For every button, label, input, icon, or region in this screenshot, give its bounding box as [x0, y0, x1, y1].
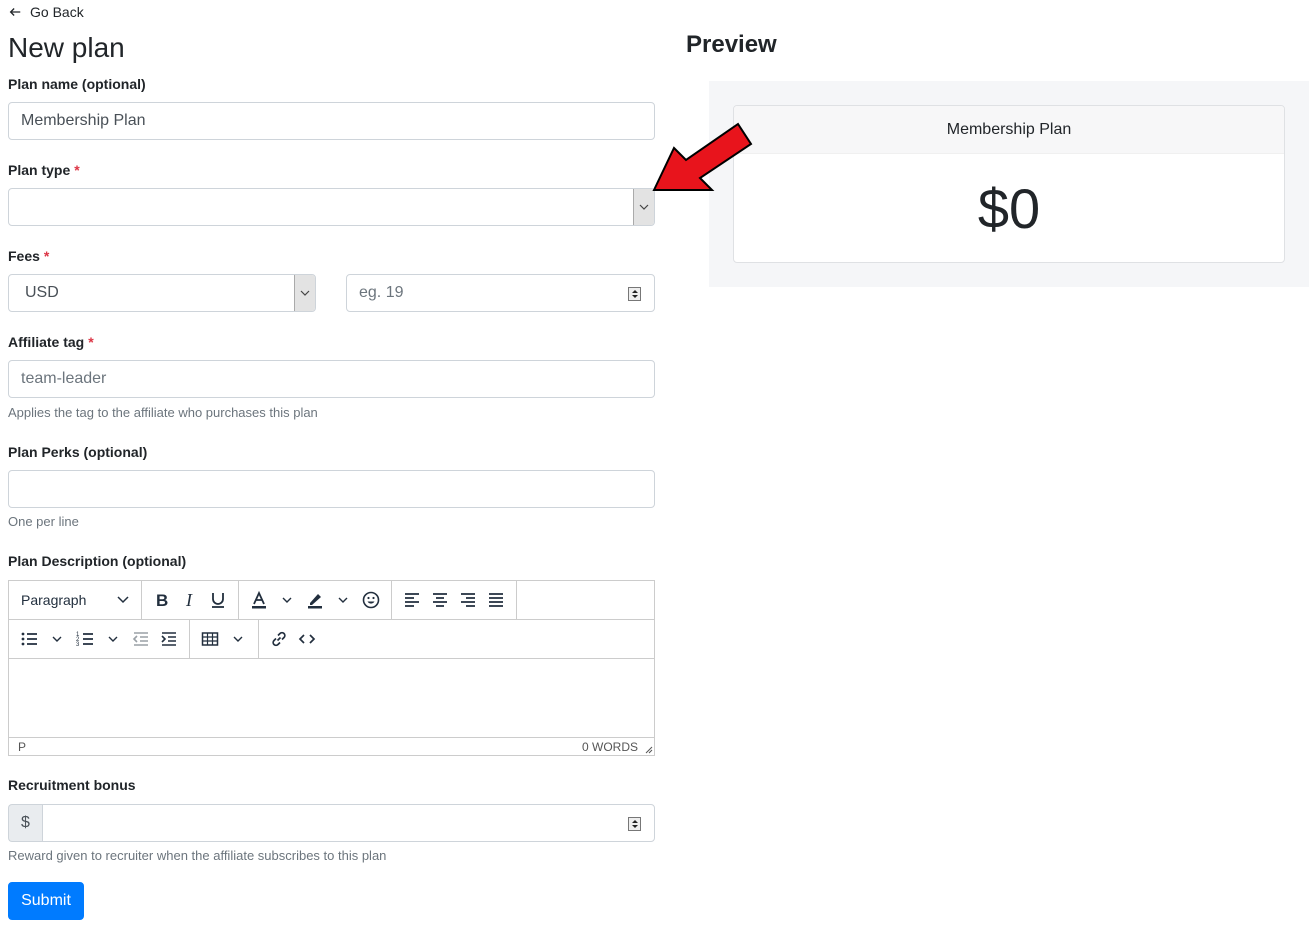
plan-name-label: Plan name (optional) [8, 76, 146, 92]
italic-icon[interactable]: I [176, 586, 204, 614]
bullet-list-icon[interactable] [15, 625, 43, 653]
text-style-group: B I [142, 580, 239, 620]
link-icon[interactable] [265, 625, 293, 653]
affiliate-tag-input[interactable]: team-leader [8, 360, 655, 398]
number-spinner[interactable] [628, 817, 641, 831]
fee-amount-placeholder: eg. 19 [359, 284, 404, 301]
text-color-icon[interactable] [245, 586, 273, 614]
rich-text-editor: Paragraph B I 123 P 0 WORDS [8, 580, 655, 756]
annotation-arrow-icon [652, 122, 753, 191]
align-justify-icon[interactable] [482, 586, 510, 614]
numbered-list-icon[interactable]: 123 [71, 625, 99, 653]
svg-text:B: B [156, 591, 168, 610]
chevron-down-icon [117, 596, 129, 604]
plan-type-select[interactable] [8, 188, 655, 226]
block-format-select[interactable]: Paragraph [15, 586, 135, 614]
color-group [239, 580, 392, 620]
plan-description-label: Plan Description (optional) [8, 553, 187, 569]
recruitment-bonus-label: Recruitment bonus [8, 777, 136, 793]
element-path[interactable]: P [18, 740, 26, 754]
align-center-icon[interactable] [426, 586, 454, 614]
preview-price: $0 [977, 176, 1041, 240]
recruitment-bonus-help: Reward given to recruiter when the affil… [8, 848, 387, 863]
underline-icon[interactable] [204, 586, 232, 614]
align-right-icon[interactable] [454, 586, 482, 614]
currency-value: USD [25, 284, 59, 301]
svg-text:3: 3 [76, 642, 80, 648]
currency-select[interactable]: USD [8, 274, 316, 312]
affiliate-tag-placeholder: team-leader [21, 370, 107, 387]
block-format-group: Paragraph [9, 580, 142, 620]
fee-amount-input[interactable]: eg. 19 [346, 274, 655, 312]
align-left-icon[interactable] [398, 586, 426, 614]
chevron-down-icon[interactable] [224, 625, 252, 653]
bold-icon[interactable]: B [148, 586, 176, 614]
editor-statusbar: P 0 WORDS [9, 737, 654, 755]
chevron-down-icon[interactable] [99, 625, 127, 653]
code-icon[interactable] [293, 625, 321, 653]
resize-handle-icon[interactable] [644, 745, 653, 754]
arrow-left-icon [9, 8, 21, 16]
preview-title: Preview [686, 31, 777, 58]
insert-group [259, 620, 327, 659]
alignment-group [392, 580, 517, 620]
submit-button[interactable]: Submit [8, 882, 84, 920]
plan-perks-input[interactable] [8, 470, 655, 508]
word-count[interactable]: 0 WORDS [582, 740, 638, 754]
emoji-icon[interactable] [357, 586, 385, 614]
editor-toolbar-row-1: Paragraph B I [9, 580, 654, 620]
plan-perks-label: Plan Perks (optional) [8, 444, 148, 460]
chevron-down-icon[interactable] [273, 586, 301, 614]
recruitment-bonus-input[interactable] [42, 804, 655, 842]
chevron-down-icon[interactable] [329, 586, 357, 614]
affiliate-tag-help: Applies the tag to the affiliate who pur… [8, 405, 318, 420]
required-mark: * [74, 162, 80, 178]
affiliate-tag-label: Affiliate tag * [8, 334, 94, 350]
plan-name-input[interactable]: Membership Plan [8, 102, 655, 140]
fees-label: Fees * [8, 248, 50, 264]
preview-plan-name: Membership Plan [734, 106, 1284, 154]
page-title: New plan [8, 32, 125, 63]
recruitment-bonus-group: $ [8, 804, 655, 842]
indent-icon[interactable] [155, 625, 183, 653]
chevron-down-icon[interactable] [294, 275, 315, 311]
block-format-value: Paragraph [21, 592, 87, 608]
highlight-icon[interactable] [301, 586, 329, 614]
outdent-icon[interactable] [127, 625, 155, 653]
required-mark: * [43, 248, 50, 264]
table-group [190, 619, 259, 659]
editor-toolbar-row-2: 123 [9, 619, 654, 659]
list-group: 123 [9, 619, 190, 659]
plan-name-value: Membership Plan [21, 112, 146, 129]
editor-content-area[interactable] [9, 660, 654, 738]
plan-perks-help: One per line [8, 514, 79, 529]
chevron-down-icon[interactable] [43, 625, 71, 653]
table-icon[interactable] [196, 625, 224, 653]
go-back-label: Go Back [30, 4, 84, 20]
dollar-prefix: $ [8, 804, 42, 842]
number-spinner[interactable] [628, 287, 641, 301]
required-mark: * [88, 334, 94, 350]
plan-type-label: Plan type * [8, 162, 80, 178]
go-back-link[interactable]: Go Back [8, 4, 84, 20]
svg-text:I: I [185, 590, 193, 610]
plan-preview-card: Membership Plan $0 [733, 105, 1285, 263]
